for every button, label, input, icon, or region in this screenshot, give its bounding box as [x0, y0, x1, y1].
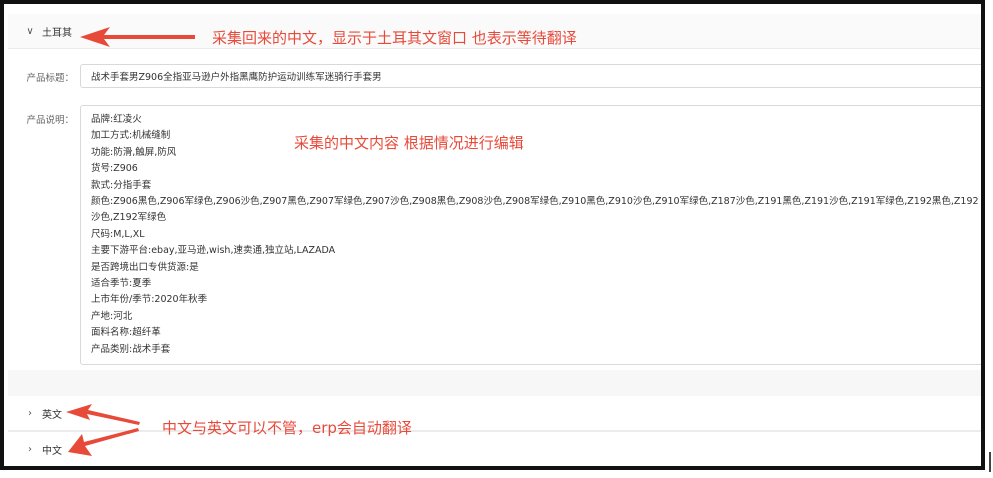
annotation-top: 采集回来的中文，显示于土耳其文窗口 也表示等待翻译 — [212, 29, 577, 47]
section-header-chinese[interactable]: › 中文 — [8, 431, 981, 466]
desc-line: 款式:分指手套 — [91, 179, 152, 191]
annotation-middle: 采集的中文内容 根据情况进行编辑 — [294, 134, 524, 152]
annotation-arrow-english — [66, 404, 140, 425]
product-desc-label: 产品说明： — [26, 115, 74, 126]
desc-line: 是否跨境出口专供货源:是 — [91, 261, 199, 273]
screenshot-frame: ∨ 土耳其 产品标题： 战术手套男Z906全指亚马逊户外指黑鹰防护运动训练军迷骑… — [0, 0, 985, 470]
section-spacer — [8, 370, 981, 396]
desc-line: 货号:Z906 — [91, 163, 138, 175]
section-title-english: 英文 — [42, 409, 62, 421]
desc-line: 上市年份/季节:2020年秋季 — [91, 294, 208, 306]
desc-line: 适合季节:夏季 — [91, 278, 152, 290]
section-title-chinese: 中文 — [42, 445, 62, 457]
chevron-right-icon: › — [28, 443, 32, 455]
desc-line: 功能:防滑,触屏,防风 — [91, 146, 177, 158]
section-title-turkish: 土耳其 — [42, 27, 72, 39]
desc-line: 加工方式:机械缝制 — [91, 130, 171, 142]
chevron-right-icon: › — [28, 407, 32, 419]
product-title-input[interactable]: 战术手套男Z906全指亚马逊户外指黑鹰防护运动训练军迷骑行手套男 — [80, 64, 981, 88]
product-description-textarea[interactable]: 品牌:红凌火加工方式:机械缝制 功能:防滑,触屏,防风 货号:Z906 款式:分指手套… — [80, 105, 981, 365]
desc-line: 面料名称:超纤革 — [91, 327, 161, 339]
desc-line: 尺码:M,L,XL — [91, 228, 145, 240]
chevron-down-icon: ∨ — [26, 25, 34, 37]
desc-line: 产品类别:战术手套 — [91, 343, 171, 355]
desc-line: 产地:河北 — [91, 310, 133, 322]
edge-marker — [989, 452, 991, 472]
desc-line: 品牌:红凌火 — [91, 114, 142, 125]
desc-line: 主要下游平台:ebay,亚马逊,wish,速卖通,独立站,LAZADA — [91, 245, 336, 257]
product-title-label: 产品标题： — [26, 73, 74, 84]
desc-line: 颜色:Z906黑色,Z906军绿色,Z906沙色,Z907黑色,Z907军绿色,… — [91, 196, 979, 224]
section-header-english[interactable]: › 英文 — [8, 396, 981, 431]
annotation-arrow-chinese — [68, 428, 139, 456]
annotation-arrow-top — [80, 27, 195, 47]
annotation-bottom: 中文与英文可以不管，erp会自动翻译 — [162, 419, 412, 437]
